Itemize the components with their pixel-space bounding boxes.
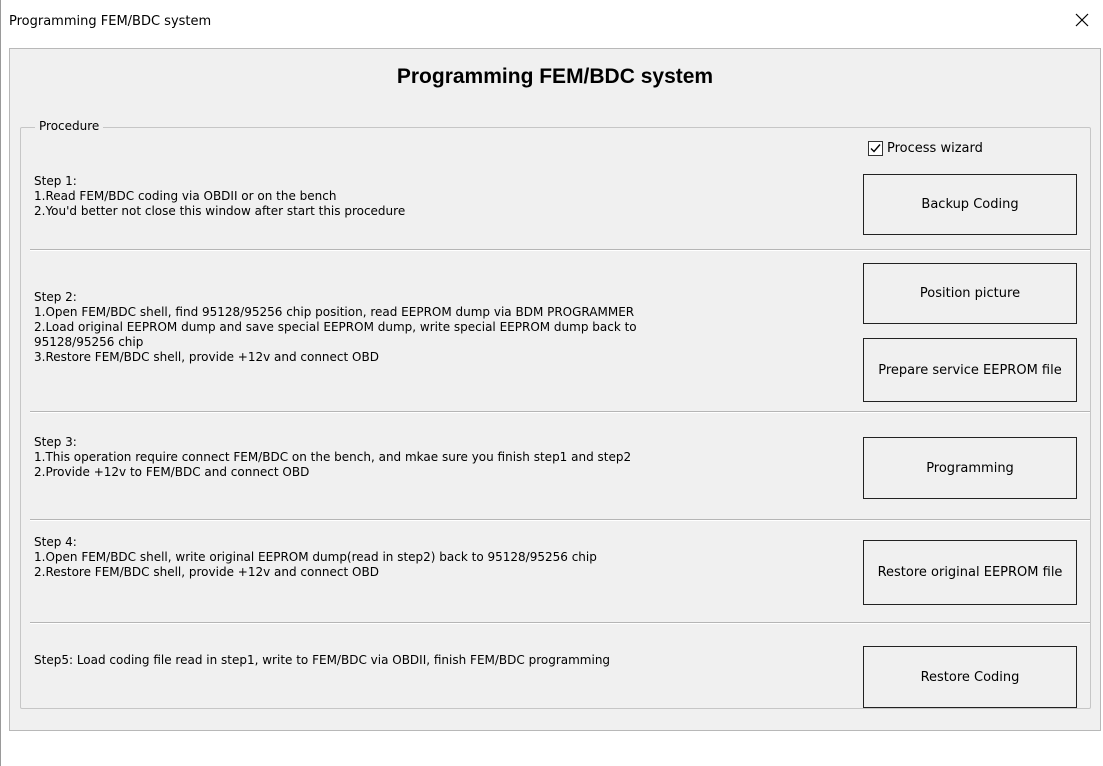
step-line: 3.Restore FEM/BDC shell, provide +12v an… — [34, 350, 379, 364]
prepare-service-eeprom-button[interactable]: Prepare service EEPROM file — [863, 338, 1077, 402]
divider — [30, 622, 1090, 624]
title-bar: Programming FEM/BDC system — [1, 0, 1103, 40]
main-window: Programming FEM/BDC system Programming F… — [0, 0, 1103, 766]
step-line: 2.Provide +12v to FEM/BDC and connect OB… — [34, 465, 310, 479]
procedure-legend: Procedure — [35, 119, 104, 133]
step-1-text: Step 1: 1.Read FEM/BDC coding via OBDII … — [34, 174, 824, 219]
close-button[interactable] — [1060, 0, 1103, 40]
step-line: 2.You'd better not close this window aft… — [34, 204, 406, 218]
restore-original-eeprom-button[interactable]: Restore original EEPROM file — [863, 540, 1077, 605]
process-wizard-label: Process wizard — [887, 141, 983, 156]
divider — [30, 519, 1090, 521]
backup-coding-button[interactable]: Backup Coding — [863, 174, 1077, 235]
step-4-text: Step 4: 1.Open FEM/BDC shell, write orig… — [34, 535, 824, 580]
process-wizard-checkbox[interactable]: Process wizard — [868, 141, 983, 156]
step-line: 2.Restore FEM/BDC shell, provide +12v an… — [34, 565, 379, 579]
step-line: 2.Load original EEPROM dump and save spe… — [34, 320, 637, 334]
step-heading: Step 4: — [34, 535, 77, 549]
divider — [30, 249, 1090, 251]
checkbox-box[interactable] — [868, 141, 883, 156]
step-3-text: Step 3: 1.This operation require connect… — [34, 435, 824, 480]
checkmark-icon — [870, 144, 881, 153]
step-line: 1.This operation require connect FEM/BDC… — [34, 450, 632, 464]
divider — [30, 411, 1090, 413]
step-line: 1.Open FEM/BDC shell, find 95128/95256 c… — [34, 305, 635, 319]
page-title: Programming FEM/BDC system — [396, 65, 714, 88]
step-2-text: Step 2: 1.Open FEM/BDC shell, find 95128… — [34, 290, 824, 365]
programming-button[interactable]: Programming — [863, 437, 1077, 499]
step-heading: Step5: Load coding file read in step1, w… — [34, 653, 611, 667]
window-title: Programming FEM/BDC system — [9, 14, 212, 29]
dialog-client-area: Programming FEM/BDC system Procedure Pro… — [9, 48, 1101, 731]
step-line: 95128/95256 chip — [34, 335, 144, 349]
step-heading: Step 2: — [34, 290, 77, 304]
step-heading: Step 3: — [34, 435, 77, 449]
step-line: 1.Read FEM/BDC coding via OBDII or on th… — [34, 189, 337, 203]
step-heading: Step 1: — [34, 174, 77, 188]
step-5-text: Step5: Load coding file read in step1, w… — [34, 653, 824, 668]
close-icon — [1075, 13, 1089, 27]
restore-coding-button[interactable]: Restore Coding — [863, 646, 1077, 708]
step-line: 1.Open FEM/BDC shell, write original EEP… — [34, 550, 597, 564]
position-picture-button[interactable]: Position picture — [863, 263, 1077, 324]
